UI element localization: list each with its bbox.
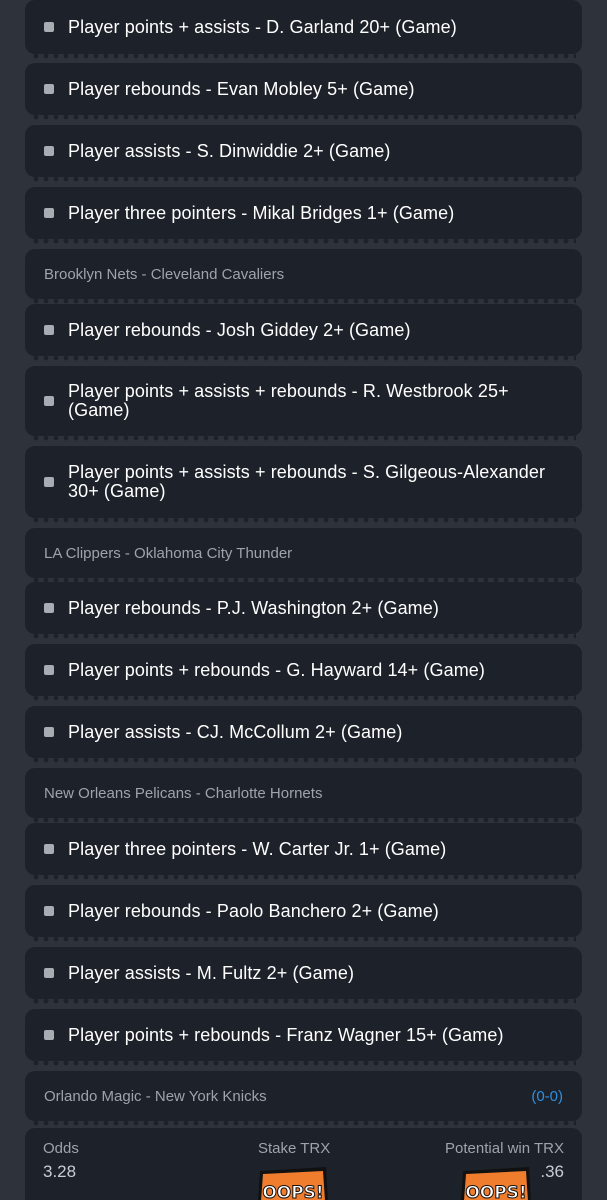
selection-text: Player points + rebounds - G. Hayward 14… — [68, 659, 485, 680]
match-header: Brooklyn Nets - Cleveland Cavaliers — [25, 249, 582, 304]
match-name: LA Clippers - Oklahoma City Thunder — [44, 544, 293, 562]
match-name: Brooklyn Nets - Cleveland Cavaliers — [44, 265, 285, 283]
selection-text: Player rebounds - Paolo Banchero 2+ (Gam… — [68, 900, 439, 921]
selection-text: Player rebounds - P.J. Washington 2+ (Ga… — [68, 597, 439, 618]
bullet-icon — [44, 325, 54, 335]
bullet-icon — [44, 727, 54, 737]
selection-text: Player points + assists + rebounds - R. … — [68, 381, 509, 420]
bet-summary-panel: Odds 3.28 Stake TRX OOPS! Potential win … — [25, 1128, 582, 1200]
bet-selection-row[interactable]: Player rebounds - P.J. Washington 2+ (Ga… — [25, 582, 582, 639]
bet-selection-row[interactable]: Player three pointers - W. Carter Jr. 1+… — [25, 823, 582, 880]
bullet-icon — [44, 22, 54, 32]
bet-selection-row[interactable]: Player points + assists - D. Garland 20+… — [25, 0, 582, 59]
potential-win-label: Potential win TRX — [445, 1140, 564, 1157]
bullet-icon — [44, 396, 54, 406]
match-header: Orlando Magic - New York Knicks (0-0) — [25, 1071, 582, 1126]
bet-selection-row[interactable]: Player rebounds - Josh Giddey 2+ (Game) — [25, 304, 582, 361]
selection-text: Player rebounds - Josh Giddey 2+ (Game) — [68, 319, 411, 340]
selection-text: Player rebounds - Evan Mobley 5+ (Game) — [68, 78, 415, 99]
bullet-icon — [44, 208, 54, 218]
bullet-icon — [44, 84, 54, 94]
selection-text: Player assists - M. Fultz 2+ (Game) — [68, 962, 355, 983]
selection-text: Player assists - CJ. McCollum 2+ (Game) — [68, 721, 403, 742]
bullet-icon — [44, 968, 54, 978]
selection-text: Player three pointers - W. Carter Jr. 1+… — [68, 838, 447, 859]
oops-text: OOPS! — [262, 1183, 323, 1200]
selection-text: Player three pointers - Mikal Bridges 1+… — [68, 202, 455, 223]
bet-selection-row[interactable]: Player points + rebounds - G. Hayward 14… — [25, 644, 582, 701]
stake-label: Stake TRX — [258, 1140, 331, 1157]
match-name: Orlando Magic - New York Knicks — [44, 1087, 267, 1105]
bullet-icon — [44, 1030, 54, 1040]
match-name: New Orleans Pelicans - Charlotte Hornets — [44, 784, 323, 802]
bet-selection-row[interactable]: Player assists - CJ. McCollum 2+ (Game) — [25, 706, 582, 763]
bullet-icon — [44, 603, 54, 613]
match-score: (0-0) — [531, 1087, 563, 1105]
bullet-icon — [44, 146, 54, 156]
betslip-page: Player points + assists - D. Garland 20+… — [0, 0, 607, 1200]
bet-selection-row[interactable]: Player rebounds - Evan Mobley 5+ (Game) — [25, 63, 582, 120]
odds-label: Odds — [43, 1140, 79, 1157]
match-header: New Orleans Pelicans - Charlotte Hornets — [25, 768, 582, 823]
selection-text: Player points + assists - D. Garland 20+… — [68, 16, 457, 37]
bet-selection-row[interactable]: Player assists - M. Fultz 2+ (Game) — [25, 947, 582, 1004]
oops-text: OOPS! — [465, 1183, 526, 1200]
potential-win-value: .36 — [540, 1162, 564, 1181]
match-header: LA Clippers - Oklahoma City Thunder — [25, 528, 582, 583]
bet-selection-row[interactable]: Player three pointers - Mikal Bridges 1+… — [25, 187, 582, 244]
oops-sticker-icon: OOPS! — [461, 1167, 531, 1200]
bullet-icon — [44, 477, 54, 487]
oops-sticker-icon: OOPS! — [258, 1167, 328, 1200]
bet-selection-row[interactable]: Player points + rebounds - Franz Wagner … — [25, 1009, 582, 1066]
bet-selection-row[interactable]: Player points + assists + rebounds - S. … — [25, 446, 582, 523]
selection-text: Player points + rebounds - Franz Wagner … — [68, 1024, 504, 1045]
bet-selection-row[interactable]: Player points + assists + rebounds - R. … — [25, 366, 582, 441]
selection-text: Player assists - S. Dinwiddie 2+ (Game) — [68, 140, 391, 161]
bullet-icon — [44, 906, 54, 916]
odds-value: 3.28 — [43, 1162, 77, 1181]
bet-selection-row[interactable]: Player assists - S. Dinwiddie 2+ (Game) — [25, 125, 582, 182]
bullet-icon — [44, 665, 54, 675]
selection-text: Player points + assists + rebounds - S. … — [68, 462, 546, 501]
bullet-icon — [44, 844, 54, 854]
bet-selection-row[interactable]: Player rebounds - Paolo Banchero 2+ (Gam… — [25, 885, 582, 942]
